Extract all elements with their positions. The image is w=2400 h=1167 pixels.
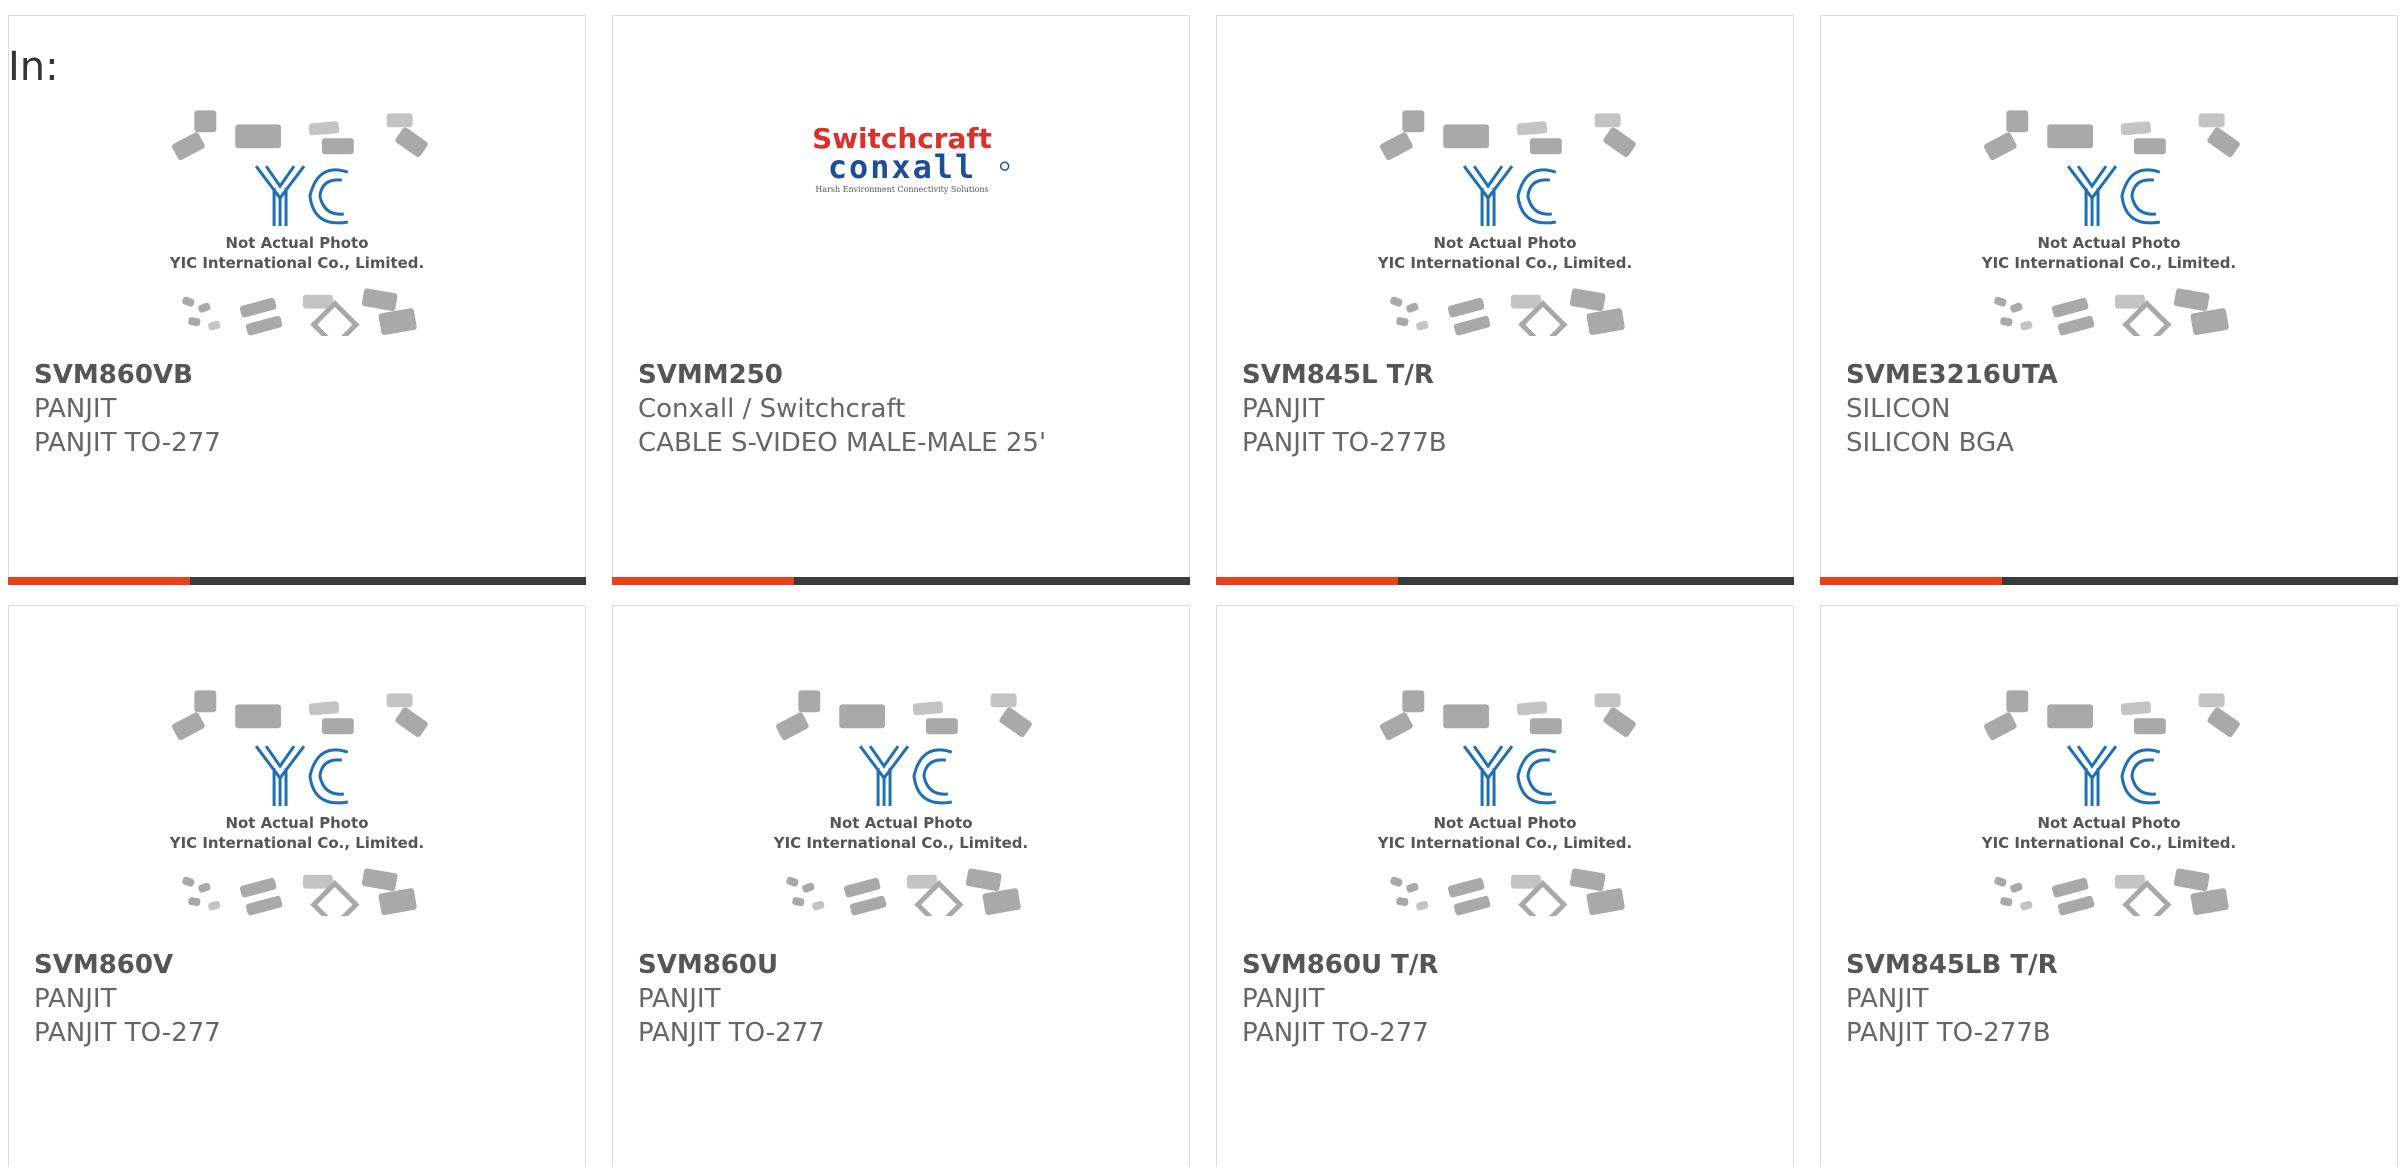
manufacturer: PANJIT — [1242, 394, 1325, 424]
product-image: Not Actual Photo YIC International Co., L… — [1377, 690, 1636, 916]
manufacturer: PANJIT — [34, 394, 117, 424]
company-name-text: YIC International Co., Limited. — [169, 834, 424, 852]
part-number[interactable]: SVMM250 — [638, 358, 1169, 392]
company-name-text: YIC International Co., Limited. — [1981, 254, 2236, 272]
product-image: Not Actual Photo YIC International Co., L… — [1981, 690, 2240, 916]
conxall-wordmark: conxall — [828, 148, 976, 186]
description: SILICON BGA — [1846, 428, 2014, 458]
switchcraft-tagline: Harsh Environment Connectivity Solutions — [815, 185, 988, 194]
manufacturer: PANJIT — [1846, 984, 1929, 1014]
product-info: SVM860VB PANJIT PANJIT TO-277 — [34, 358, 565, 460]
description: CABLE S-VIDEO MALE-MALE 25' — [638, 428, 1047, 458]
product-info: SVM860U T/R PANJIT PANJIT TO-277 — [1242, 948, 1773, 1050]
not-actual-photo-text: Not Actual Photo — [226, 814, 369, 832]
card-accent-bar — [612, 577, 794, 585]
yic-placeholder-graphic: Not Actual Photo YIC International Co., L… — [169, 690, 428, 916]
not-actual-photo-text: Not Actual Photo — [2038, 814, 2181, 832]
manufacturer: Conxall / Switchcraft — [638, 394, 906, 424]
product-card[interactable]: Not Actual Photo YIC International Co., L… — [8, 15, 586, 585]
yic-placeholder-graphic: Not Actual Photo YIC International Co., L… — [1377, 110, 1636, 336]
product-info: SVME3216UTA SILICON SILICON BGA — [1846, 358, 2377, 460]
not-actual-photo-text: Not Actual Photo — [2038, 234, 2181, 252]
product-card[interactable]: Not Actual Photo YIC International Co., L… — [8, 605, 586, 1167]
not-actual-photo-text: Not Actual Photo — [1434, 814, 1577, 832]
card-bottom-bar — [1820, 577, 2398, 585]
product-grid: Not Actual Photo YIC International Co., L… — [0, 0, 2400, 1167]
description: PANJIT TO-277 — [1242, 1018, 1429, 1048]
not-actual-photo-text: Not Actual Photo — [1434, 234, 1577, 252]
company-name-text: YIC International Co., Limited. — [169, 254, 424, 272]
yic-placeholder-graphic: Not Actual Photo YIC International Co., L… — [773, 690, 1032, 916]
product-info: SVMM250 Conxall / Switchcraft CABLE S-VI… — [638, 358, 1169, 460]
product-card[interactable]: Switchcraft conxall Harsh Environment Conn… — [612, 15, 1190, 585]
product-card[interactable]: Not Actual Photo YIC International Co., L… — [1820, 605, 2398, 1167]
manufacturer: SILICON — [1846, 394, 1951, 424]
switchcraft-logo: SwitchcraftconxallHarsh Environment Conn… — [812, 122, 1010, 194]
yic-placeholder-graphic: Not Actual Photo YIC International Co., L… — [169, 110, 428, 336]
yic-placeholder-graphic: Not Actual Photo YIC International Co., L… — [1981, 690, 2240, 916]
product-image: Not Actual Photo YIC International Co., L… — [773, 690, 1032, 916]
product-image: Not Actual Photo YIC International Co., L… — [1981, 110, 2240, 336]
description: PANJIT TO-277 — [638, 1018, 825, 1048]
company-name-text: YIC International Co., Limited. — [1981, 834, 2236, 852]
yic-placeholder-graphic: Not Actual Photo YIC International Co., L… — [1377, 690, 1636, 916]
company-name-text: YIC International Co., Limited. — [1377, 254, 1632, 272]
product-image: Not Actual Photo YIC International Co., L… — [1377, 110, 1636, 336]
manufacturer: PANJIT — [34, 984, 117, 1014]
card-bottom-bar — [1216, 577, 1794, 585]
part-number[interactable]: SVM845L T/R — [1242, 358, 1773, 392]
product-grid-page: Not Actual Photo YIC International Co., L… — [0, 0, 2400, 1167]
not-actual-photo-text: Not Actual Photo — [830, 814, 973, 832]
description: PANJIT TO-277 — [34, 1018, 221, 1048]
product-info: SVM845L T/R PANJIT PANJIT TO-277B — [1242, 358, 1773, 460]
manufacturer: PANJIT — [638, 984, 721, 1014]
part-number[interactable]: SVM860U — [638, 948, 1169, 982]
product-card[interactable]: Not Actual Photo YIC International Co., L… — [1216, 15, 1794, 585]
product-card[interactable]: Not Actual Photo YIC International Co., L… — [1820, 15, 2398, 585]
filter-label: In: — [8, 44, 59, 90]
card-accent-bar — [1820, 577, 2002, 585]
part-number[interactable]: SVM845LB T/R — [1846, 948, 2377, 982]
part-number[interactable]: SVME3216UTA — [1846, 358, 2377, 392]
product-image: SwitchcraftconxallHarsh Environment Conn… — [812, 122, 1010, 194]
product-info: SVM845LB T/R PANJIT PANJIT TO-277B — [1846, 948, 2377, 1050]
part-number[interactable]: SVM860VB — [34, 358, 565, 392]
description: PANJIT TO-277B — [1242, 428, 1447, 458]
card-bottom-bar — [612, 577, 1190, 585]
part-number[interactable]: SVM860U T/R — [1242, 948, 1773, 982]
part-number[interactable]: SVM860V — [34, 948, 565, 982]
product-info: SVM860V PANJIT PANJIT TO-277 — [34, 948, 565, 1050]
card-accent-bar — [1216, 577, 1398, 585]
yic-placeholder-graphic: Not Actual Photo YIC International Co., L… — [1981, 110, 2240, 336]
product-info: SVM860U PANJIT PANJIT TO-277 — [638, 948, 1169, 1050]
product-image: Not Actual Photo YIC International Co., L… — [169, 110, 428, 336]
company-name-text: YIC International Co., Limited. — [773, 834, 1028, 852]
company-name-text: YIC International Co., Limited. — [1377, 834, 1632, 852]
manufacturer: PANJIT — [1242, 984, 1325, 1014]
product-image: Not Actual Photo YIC International Co., L… — [169, 690, 428, 916]
description: PANJIT TO-277B — [1846, 1018, 2051, 1048]
description: PANJIT TO-277 — [34, 428, 221, 458]
card-bottom-bar — [8, 577, 586, 585]
card-accent-bar — [8, 577, 190, 585]
product-card[interactable]: Not Actual Photo YIC International Co., L… — [1216, 605, 1794, 1167]
not-actual-photo-text: Not Actual Photo — [226, 234, 369, 252]
product-card[interactable]: Not Actual Photo YIC International Co., L… — [612, 605, 1190, 1167]
